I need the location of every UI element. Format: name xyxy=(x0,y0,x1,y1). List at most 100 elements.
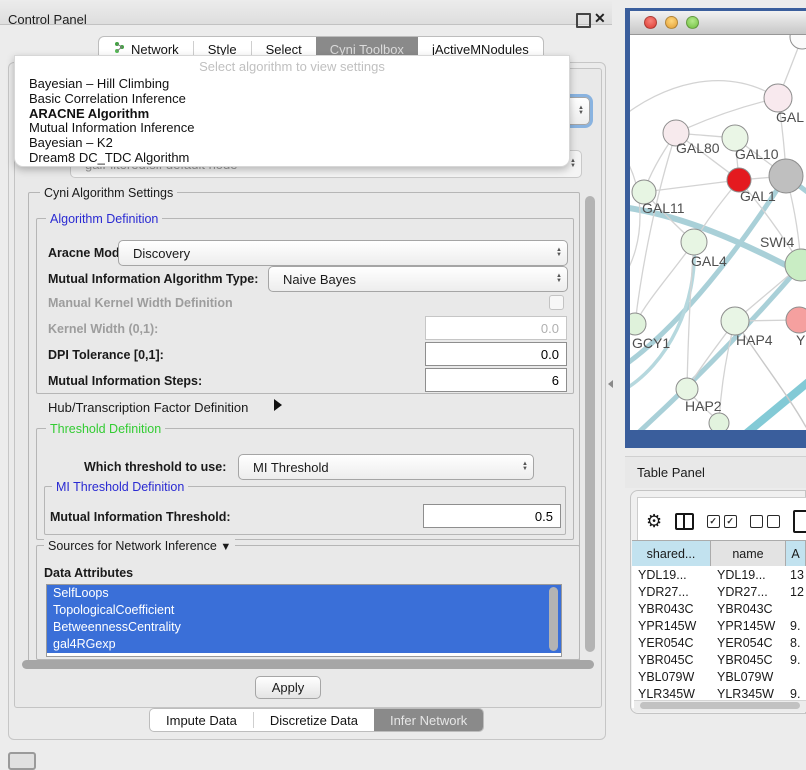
expander-arrow-icon[interactable] xyxy=(274,399,282,411)
mi-type-combo[interactable]: Naive Bayes ▲▼ xyxy=(268,266,568,292)
aracne-mode-value: Discovery xyxy=(119,246,551,261)
close-window-icon[interactable] xyxy=(644,16,657,29)
network-node-hap2[interactable] xyxy=(676,378,698,400)
stepper-arrows-icon: ▲▼ xyxy=(517,455,533,479)
algorithm-option[interactable]: ARACNE Algorithm xyxy=(15,107,569,122)
table-cell: YBR043C xyxy=(711,602,786,616)
control-panel-titlebar xyxy=(0,0,612,25)
select-all-checkboxes-icon[interactable]: ✓✓ xyxy=(707,515,737,528)
apply-button[interactable]: Apply xyxy=(255,676,321,699)
manual-kernel-checkbox[interactable] xyxy=(549,295,564,310)
network-node-label: GAL1 xyxy=(740,188,776,204)
network-node-y[interactable] xyxy=(786,307,806,333)
tab-infer-network[interactable]: Infer Network xyxy=(374,709,483,731)
table-cell: YDL19... xyxy=(632,568,711,582)
table-cell: YBR045C xyxy=(632,653,711,667)
network-node[interactable] xyxy=(709,413,729,430)
float-window-icon[interactable] xyxy=(576,13,591,28)
tab-discretize-data[interactable]: Discretize Data xyxy=(254,709,374,731)
network-node-label: GAL10 xyxy=(735,146,779,162)
algorithm-option[interactable]: Mutual Information Inference xyxy=(15,121,569,136)
table-row[interactable]: YDR27...YDR27...12 xyxy=(632,583,806,600)
mi-steps-label: Mutual Information Steps: xyxy=(48,374,202,388)
minimize-window-icon[interactable] xyxy=(665,16,678,29)
stepper-arrows-icon: ▲▼ xyxy=(573,98,589,124)
table-row[interactable]: YBL079WYBL079W xyxy=(632,668,806,685)
network-view[interactable]: GALGAL80GAL10GAL1GAL11SWI4GAL4GCY1HAP4YH… xyxy=(630,35,806,430)
table-horizontal-scrollbar-thumb[interactable] xyxy=(640,702,800,709)
data-attributes-list[interactable]: SelfLoopsTopologicalCoefficientBetweenne… xyxy=(46,584,562,657)
close-icon[interactable]: ✕ xyxy=(594,10,606,27)
column-header-name[interactable]: name xyxy=(711,541,786,566)
control-panel-title: Control Panel xyxy=(8,12,87,27)
column-header-extra[interactable]: A xyxy=(786,541,806,566)
table-cell: YBR043C xyxy=(632,602,711,616)
hub-definition-label: Hub/Transcription Factor Definition xyxy=(48,400,248,415)
settings-vertical-scrollbar[interactable] xyxy=(585,196,595,652)
stepper-arrows-icon: ▲▼ xyxy=(551,241,567,265)
which-threshold-combo[interactable]: MI Threshold ▲▼ xyxy=(238,454,534,480)
settings-horizontal-scrollbar[interactable] xyxy=(22,660,594,669)
gear-icon[interactable]: ⚙ xyxy=(646,512,662,530)
attribute-item[interactable]: SelfLoops xyxy=(47,585,561,602)
mi-steps-field[interactable] xyxy=(425,368,567,392)
network-node-label: HAP4 xyxy=(736,332,773,348)
panel-divider-handle[interactable] xyxy=(608,380,613,388)
table-cell: YER054C xyxy=(711,636,786,650)
aracne-mode-combo[interactable]: Discovery ▲▼ xyxy=(118,240,568,266)
sources-legend: Sources for Network Inference ▼ xyxy=(44,539,235,553)
column-header-shared-name[interactable]: shared... xyxy=(632,541,711,566)
network-node[interactable] xyxy=(790,35,806,49)
dpi-tolerance-field[interactable] xyxy=(425,342,567,366)
algorithm-option[interactable]: Dream8 DC_TDC Algorithm xyxy=(15,151,569,166)
network-edge[interactable] xyxy=(635,133,676,324)
network-canvas[interactable]: GALGAL80GAL10GAL1GAL11SWI4GAL4GCY1HAP4YH… xyxy=(630,35,806,430)
table-cell: 13 xyxy=(786,568,806,582)
network-node[interactable] xyxy=(769,159,803,193)
network-node-hap4[interactable] xyxy=(721,307,749,335)
network-node-gcy1[interactable] xyxy=(630,313,646,335)
zoom-window-icon[interactable] xyxy=(686,16,699,29)
corner-widget-icon[interactable] xyxy=(8,752,36,770)
which-threshold-value: MI Threshold xyxy=(239,460,517,475)
mi-threshold-field[interactable] xyxy=(423,504,561,528)
which-threshold-label: Which threshold to use: xyxy=(84,460,226,474)
table-cell: YDR27... xyxy=(632,585,711,599)
network-edge[interactable] xyxy=(630,153,640,279)
algorithm-option[interactable]: Basic Correlation Inference xyxy=(15,92,569,107)
kernel-width-label: Kernel Width (0,1): xyxy=(48,322,158,336)
deselect-all-checkboxes-icon[interactable] xyxy=(750,515,780,528)
kernel-width-field[interactable] xyxy=(425,316,567,340)
table-cell: YDR27... xyxy=(711,585,786,599)
table-row[interactable]: YPR145WYPR145W9. xyxy=(632,617,806,634)
attribute-item[interactable]: TopologicalCoefficient xyxy=(47,602,561,619)
network-edge[interactable] xyxy=(644,180,739,192)
network-window-titlebar[interactable] xyxy=(630,11,806,35)
algorithm-dropdown-placeholder: Select algorithm to view settings xyxy=(15,56,569,77)
apply-button-label: Apply xyxy=(272,680,305,695)
algorithm-option[interactable]: Bayesian – Hill Climbing xyxy=(15,77,569,92)
mi-threshold-label: Mutual Information Threshold: xyxy=(50,510,231,524)
network-node-label: GAL4 xyxy=(691,253,727,269)
network-node-gal4[interactable] xyxy=(681,229,707,255)
attribute-item[interactable]: gal4RGexp xyxy=(47,636,561,653)
table-header-row: shared... name A xyxy=(632,540,806,567)
table-row[interactable]: YER054CYER054C8. xyxy=(632,634,806,651)
file-export-icon[interactable] xyxy=(793,510,806,533)
collapse-arrow-icon[interactable]: ▼ xyxy=(220,541,231,553)
table-row[interactable]: YDL19...YDL19...13 xyxy=(632,566,806,583)
algorithm-option[interactable]: Bayesian – K2 xyxy=(15,136,569,151)
network-node-label: GAL80 xyxy=(676,140,720,156)
table-row[interactable]: YBR043CYBR043C xyxy=(632,600,806,617)
attribute-item[interactable]: BetweennessCentrality xyxy=(47,619,561,636)
algorithm-dropdown-popup: Select algorithm to view settings Bayesi… xyxy=(14,55,570,167)
table-row[interactable]: YBR045CYBR045C9. xyxy=(632,651,806,668)
list-vertical-scrollbar[interactable] xyxy=(549,587,558,651)
tab-impute-data[interactable]: Impute Data xyxy=(150,709,253,731)
network-edge[interactable] xyxy=(742,379,806,430)
network-edge[interactable] xyxy=(630,81,778,117)
network-node-gal[interactable] xyxy=(764,84,792,112)
dpi-tolerance-label: DPI Tolerance [0,1]: xyxy=(48,348,164,362)
network-node-label: GAL xyxy=(776,109,804,125)
column-view-icon[interactable] xyxy=(675,513,693,530)
